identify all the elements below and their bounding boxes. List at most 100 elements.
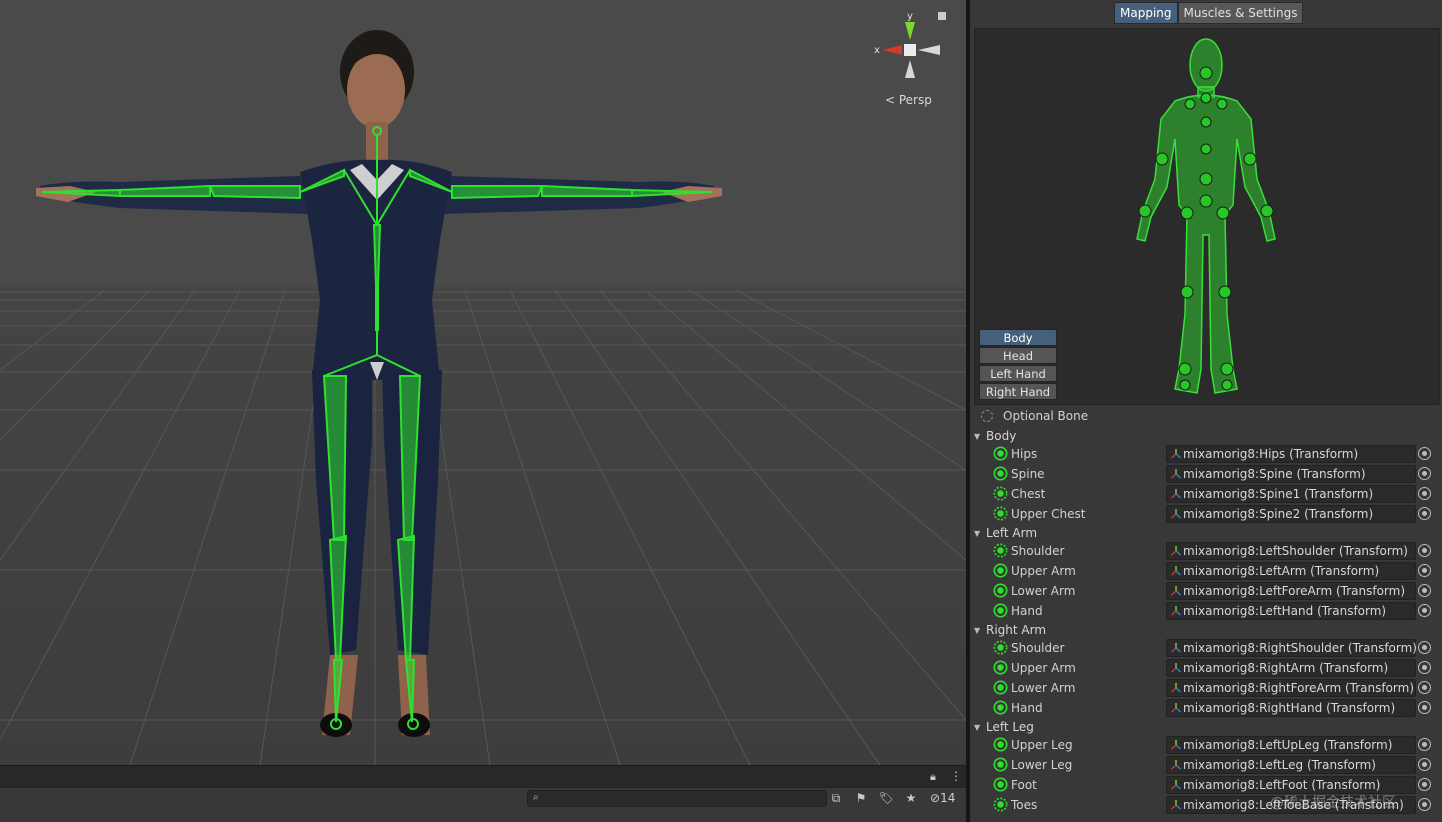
bone-label: Upper Chest (1011, 507, 1086, 521)
bone-row: Hand mixamorig8:RightHand (Transform) (970, 698, 1442, 718)
transform-icon (1171, 683, 1181, 693)
required-bone-icon (993, 446, 1008, 461)
foldout-arrow-icon[interactable]: ▼ (974, 719, 986, 737)
gizmo-lock-icon[interactable] (938, 12, 946, 20)
foldout-arrow-icon[interactable]: ▼ (974, 428, 986, 446)
object-picker-icon[interactable] (1418, 584, 1431, 597)
bone-transform-value: mixamorig8:RightArm (Transform) (1183, 661, 1389, 675)
group-label: Right Arm (986, 623, 1047, 637)
body-part-body-button[interactable]: Body (979, 329, 1057, 346)
transform-icon (1171, 760, 1181, 770)
favorite-star-icon[interactable]: ★ (901, 790, 921, 807)
projection-toggle[interactable]: < Persp (885, 93, 932, 107)
object-picker-icon[interactable] (1418, 738, 1431, 751)
bone-label: Upper Leg (1011, 738, 1073, 752)
tab-mapping[interactable]: Mapping (1114, 2, 1178, 24)
bone-transform-field[interactable]: mixamorig8:Spine2 (Transform) (1166, 505, 1416, 523)
body-part-left-hand-button[interactable]: Left Hand (979, 365, 1057, 382)
object-picker-icon[interactable] (1418, 604, 1431, 617)
transform-icon (1171, 740, 1181, 750)
body-part-head-button[interactable]: Head (979, 347, 1057, 364)
kebab-menu-icon[interactable]: ⋮ (950, 769, 962, 783)
object-picker-icon[interactable] (1418, 544, 1431, 557)
avatar-body-view[interactable]: Body Head Left Hand Right Hand (974, 28, 1440, 405)
bone-label: Lower Arm (1011, 584, 1076, 598)
object-picker-icon[interactable] (1418, 778, 1431, 791)
object-picker-icon[interactable] (1418, 798, 1431, 811)
object-picker-icon[interactable] (1418, 758, 1431, 771)
transform-icon (1171, 509, 1181, 519)
object-picker-icon[interactable] (1418, 447, 1431, 460)
bone-transform-value: mixamorig8:Spine (Transform) (1183, 467, 1366, 481)
bone-transform-value: mixamorig8:LeftArm (Transform) (1183, 564, 1380, 578)
eye-slash-icon: ⊘ (930, 791, 941, 805)
required-bone-icon (993, 563, 1008, 578)
asset-store-icon[interactable]: ⚑ (851, 790, 871, 807)
object-picker-icon[interactable] (1418, 467, 1431, 480)
object-picker-icon[interactable] (1418, 507, 1431, 520)
bone-transform-field[interactable]: mixamorig8:Hips (Transform) (1166, 445, 1416, 463)
object-picker-icon[interactable] (1418, 641, 1431, 654)
bone-row: Upper Leg mixamorig8:LeftUpLeg (Transform… (970, 735, 1442, 755)
bone-transform-value: mixamorig8:RightShoulder (Transform) (1183, 641, 1417, 655)
bone-transform-field[interactable]: mixamorig8:RightShoulder (Transform) (1166, 639, 1417, 657)
bone-transform-value: mixamorig8:LeftLeg (Transform) (1183, 758, 1376, 772)
object-picker-icon[interactable] (1418, 661, 1431, 674)
group-label: Left Leg (986, 720, 1034, 734)
bone-label: Chest (1011, 487, 1046, 501)
group-foldout[interactable]: ▼ Left Leg (974, 718, 1034, 736)
bone-transform-field[interactable]: mixamorig8:LeftUpLeg (Transform) (1166, 736, 1416, 754)
required-bone-icon (993, 660, 1008, 675)
gizmo-y-label: y (907, 11, 913, 22)
watermark: @稀土掘金技术社区 (1270, 795, 1396, 811)
object-picker-icon[interactable] (1418, 681, 1431, 694)
bone-transform-field[interactable]: mixamorig8:LeftLeg (Transform) (1166, 756, 1416, 774)
optional-bone-icon (993, 543, 1008, 558)
group-foldout[interactable]: ▼ Body (974, 427, 1016, 445)
object-picker-icon[interactable] (1418, 701, 1431, 714)
bone-transform-field[interactable]: mixamorig8:RightHand (Transform) (1166, 699, 1416, 717)
group-foldout[interactable]: ▼ Left Arm (974, 524, 1037, 542)
object-picker-icon[interactable] (1418, 487, 1431, 500)
transform-icon (1171, 566, 1181, 576)
transform-icon (1171, 800, 1181, 810)
group-foldout[interactable]: ▼ Right Arm (974, 621, 1046, 639)
foldout-arrow-icon[interactable]: ▼ (974, 525, 986, 543)
bone-transform-value: mixamorig8:LeftUpLeg (Transform) (1183, 738, 1393, 752)
bone-transform-field[interactable]: mixamorig8:Spine1 (Transform) (1166, 485, 1416, 503)
scene-view[interactable]: y x < Persp (0, 0, 966, 765)
scene-search-icon[interactable]: ⧉ (826, 790, 846, 807)
bone-label: Hips (1011, 447, 1038, 461)
optional-bone-icon (993, 506, 1008, 521)
bone-row: Chest mixamorig8:Spine1 (Transform) (970, 484, 1442, 504)
bone-transform-field[interactable]: mixamorig8:Spine (Transform) (1166, 465, 1416, 483)
transform-icon (1171, 663, 1181, 673)
required-bone-icon (993, 583, 1008, 598)
object-picker-icon[interactable] (1418, 564, 1431, 577)
bone-transform-field[interactable]: mixamorig8:LeftHand (Transform) (1166, 602, 1416, 620)
bone-label: Hand (1011, 604, 1043, 618)
toolbar-bottom: ⌕ ⧉ ⚑ 🏷︎ ★ ⊘14 (0, 787, 966, 822)
scene-viewport[interactable] (0, 0, 966, 765)
search-input[interactable]: ⌕ (527, 790, 827, 807)
gizmo-x-label: x (874, 45, 880, 56)
bone-transform-field[interactable]: mixamorig8:LeftShoulder (Transform) (1166, 542, 1416, 560)
body-part-right-hand-button[interactable]: Right Hand (979, 383, 1057, 400)
bone-transform-field[interactable]: mixamorig8:LeftForeArm (Transform) (1166, 582, 1416, 600)
bone-transform-value: mixamorig8:LeftFoot (Transform) (1183, 778, 1381, 792)
transform-icon (1171, 469, 1181, 479)
foldout-arrow-icon[interactable]: ▼ (974, 622, 986, 640)
hidden-objects-counter[interactable]: ⊘14 (930, 790, 955, 807)
bone-transform-value: mixamorig8:LeftShoulder (Transform) (1183, 544, 1408, 558)
label-tag-icon[interactable]: 🏷︎ (876, 790, 896, 807)
bone-transform-field[interactable]: mixamorig8:RightArm (Transform) (1166, 659, 1416, 677)
lock-icon[interactable]: 🔒︎ (930, 770, 940, 783)
optional-bone-icon (993, 486, 1008, 501)
required-bone-icon (993, 777, 1008, 792)
bone-row: Shoulder mixamorig8:LeftShoulder (Transfo… (970, 541, 1442, 561)
bone-transform-field[interactable]: mixamorig8:LeftArm (Transform) (1166, 562, 1416, 580)
bone-transform-field[interactable]: mixamorig8:RightForeArm (Transform) (1166, 679, 1416, 697)
required-bone-icon (993, 700, 1008, 715)
bone-transform-value: mixamorig8:Hips (Transform) (1183, 447, 1359, 461)
tab-muscles-settings[interactable]: Muscles & Settings (1177, 2, 1304, 24)
